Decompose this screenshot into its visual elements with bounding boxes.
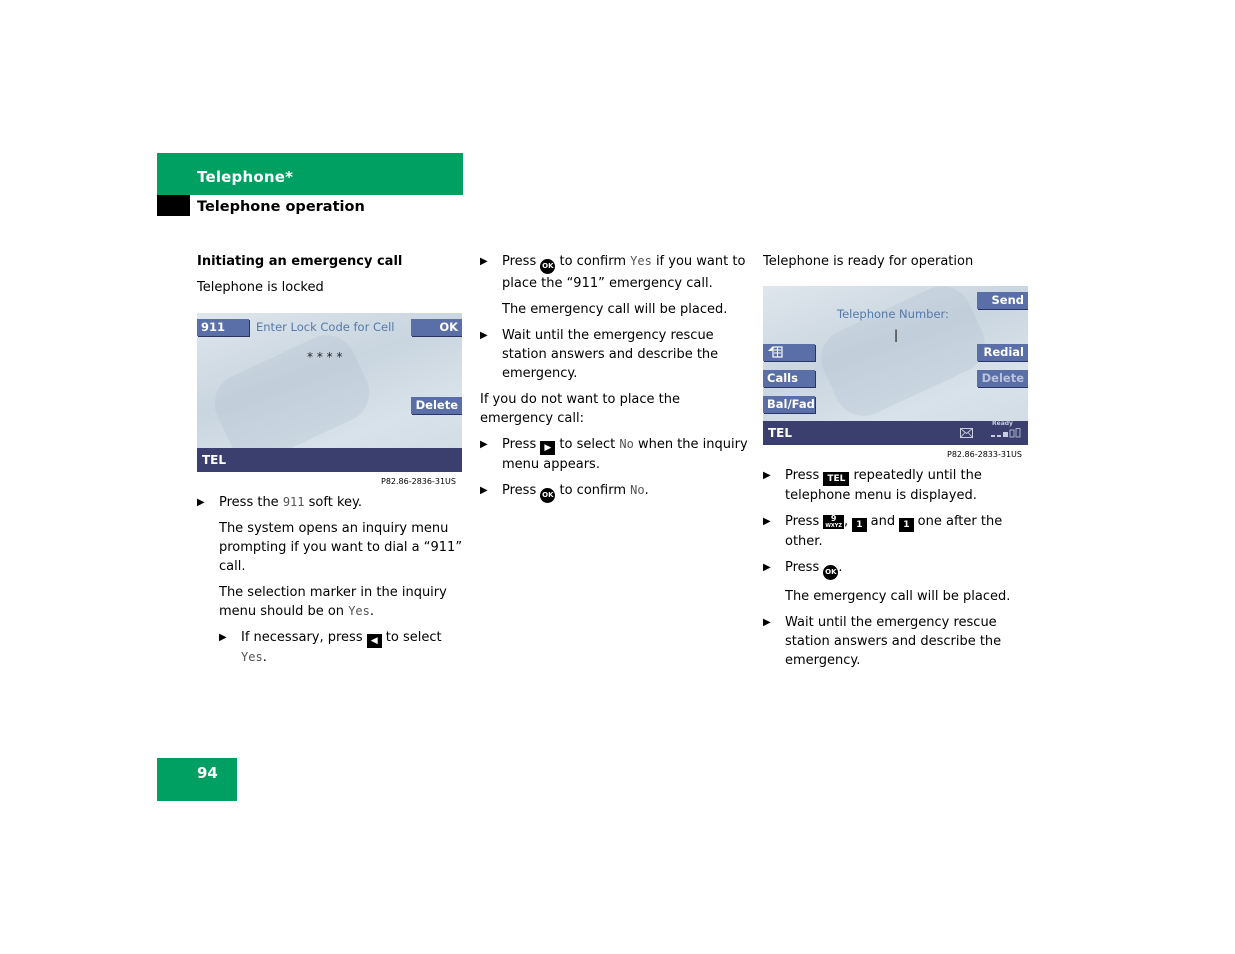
lock-code-prompt: Enter Lock Code for Cell <box>256 320 395 334</box>
ok-button-icon: OK <box>540 488 556 503</box>
para-call-placed: The emergency call will be placed. <box>502 302 728 317</box>
bullet-arrow-icon: ▶ <box>480 256 488 267</box>
step-wait-rescue: ▶ Wait until the emergency rescue statio… <box>480 328 719 381</box>
step-press-tel: ▶ Press TEL repeatedly until the telepho… <box>763 468 982 503</box>
step-press-ok: ▶ Press OK. <box>763 558 1031 580</box>
telephone-number-screen: Send Telephone Number: | Redial Calls De… <box>763 286 1028 445</box>
column-3-steps: ▶ Press TEL repeatedly until the telepho… <box>763 466 1031 677</box>
para-do-not-place: If you do not want to place the emergenc… <box>480 392 681 426</box>
bullet-arrow-icon: ▶ <box>480 485 488 496</box>
softkey-911[interactable]: 911 <box>197 319 249 336</box>
intro-ready: Telephone is ready for operation <box>763 254 974 269</box>
para-inquiry-menu: The system opens an inquiry menu prompti… <box>219 521 463 574</box>
softkey-delete[interactable]: Delete <box>411 397 462 414</box>
step-press-911: ▶ Press the 911 soft key. <box>197 495 362 510</box>
substep-select-yes: ▶ If necessary, press ◀ to select Yes. <box>219 630 442 665</box>
step-dial-911: ▶ Press 9 WXYZ, 1 and 1 one after the oth… <box>763 514 1003 549</box>
intro-locked: Telephone is locked <box>197 280 324 295</box>
column-2: ▶ Press OK to confirm Yes if you want to… <box>480 252 748 510</box>
bullet-arrow-icon: ▶ <box>480 439 488 450</box>
step-confirm-no: ▶ Press OK to confirm No. <box>480 481 748 503</box>
code-911: 911 <box>282 495 305 509</box>
softkey-phonebook[interactable] <box>763 344 815 361</box>
bullet-arrow-icon: ▶ <box>763 516 771 527</box>
ready-indicator: Ready <box>992 420 1013 427</box>
right-arrow-key-icon: ▶ <box>540 441 556 455</box>
bullet-arrow-icon: ▶ <box>763 617 771 628</box>
tel-key-icon: TEL <box>823 472 850 486</box>
status-label: TEL <box>768 426 793 440</box>
left-arrow-key-icon: ◀ <box>366 634 382 648</box>
softkey-redial[interactable]: Redial <box>977 344 1028 361</box>
softkey-ok[interactable]: OK <box>411 319 462 336</box>
column-1: Initiating an emergency call Telephone i… <box>197 252 465 304</box>
bullet-arrow-icon: ▶ <box>480 330 488 341</box>
signal-strength-icon <box>991 428 1021 438</box>
phonebook-icon <box>768 346 783 358</box>
step-select-no: ▶ Press ▶ to select No when the inquiry … <box>480 437 748 472</box>
section-title: Telephone* <box>197 168 294 186</box>
softkey-delete[interactable]: Delete <box>977 370 1028 387</box>
heading-emergency-call: Initiating an emergency call <box>197 254 403 269</box>
column-1-steps: ▶ Press the 911 soft key. The system ope… <box>197 493 465 674</box>
bullet-arrow-icon: ▶ <box>763 562 771 573</box>
step-wait-rescue: ▶ Wait until the emergency rescue statio… <box>763 615 1002 668</box>
ok-button-icon: OK <box>540 259 556 274</box>
input-cursor[interactable]: | <box>894 328 898 342</box>
key-9-wxyz-icon: 9 WXYZ <box>823 514 844 529</box>
para-selection-marker: The selection marker in the inquiry menu… <box>219 585 447 619</box>
bullet-arrow-icon: ▶ <box>197 497 205 508</box>
bullet-arrow-icon: ▶ <box>219 632 227 643</box>
status-bar: TEL Ready <box>763 420 1028 445</box>
status-label: TEL <box>202 453 227 467</box>
step-confirm-yes: ▶ Press OK to confirm Yes if you want to… <box>480 254 746 291</box>
page-number: 94 <box>197 764 218 782</box>
softkey-bal-fad[interactable]: Bal/Fad <box>763 396 815 413</box>
key-1-icon: 1 <box>899 518 914 532</box>
subsection-marker <box>157 195 190 216</box>
envelope-icon <box>960 428 973 438</box>
subsection-title: Telephone operation <box>197 199 365 215</box>
softkey-calls[interactable]: Calls <box>763 370 815 387</box>
telephone-number-prompt: Telephone Number: <box>837 307 949 321</box>
lock-code-screen: 911 Enter Lock Code for Cell OK * * * * … <box>197 313 462 472</box>
lock-code-mask: * * * * <box>307 350 343 364</box>
para-call-placed: The emergency call will be placed. <box>785 589 1011 604</box>
figure-caption-2: P82.86-2833-31US <box>947 450 1022 459</box>
figure-caption-1: P82.86-2836-31US <box>381 477 456 486</box>
column-3: Telephone is ready for operation <box>763 252 1031 278</box>
ok-button-icon: OK <box>823 565 839 580</box>
status-bar: TEL <box>197 448 462 472</box>
key-1-icon: 1 <box>852 518 867 532</box>
bullet-arrow-icon: ▶ <box>763 470 771 481</box>
softkey-send[interactable]: Send <box>977 292 1028 309</box>
